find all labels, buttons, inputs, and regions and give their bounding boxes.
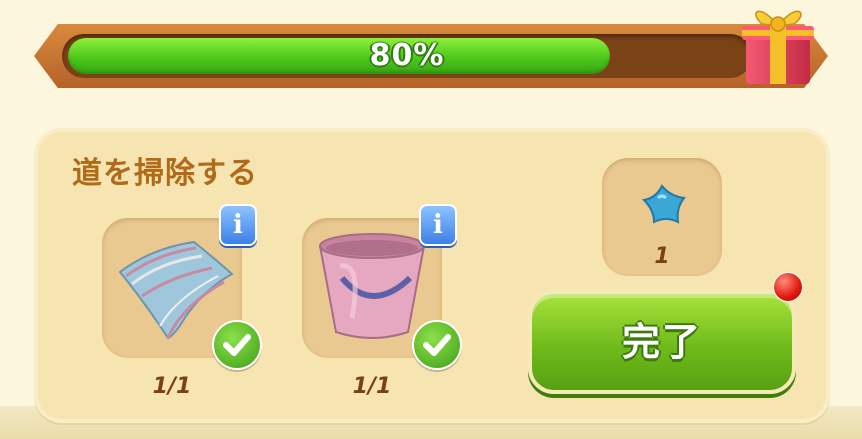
task-title: 道を掃除する xyxy=(72,156,258,191)
info-button-cloth[interactable]: i xyxy=(219,204,257,246)
check-icon-cloth xyxy=(212,320,262,370)
progress-label: 80% xyxy=(369,38,445,73)
reward-count: 1 xyxy=(654,244,670,269)
item-count-bucket: 1/1 xyxy=(352,374,392,399)
gift-box-icon[interactable] xyxy=(740,0,818,90)
complete-button[interactable]: 完了 xyxy=(528,290,796,394)
complete-button-label: 完了 xyxy=(621,320,702,364)
notification-badge xyxy=(773,272,803,302)
info-button-bucket[interactable]: i xyxy=(419,204,457,246)
blue-star-icon xyxy=(641,184,686,224)
check-icon-bucket xyxy=(412,320,462,370)
item-count-cloth: 1/1 xyxy=(152,374,192,399)
